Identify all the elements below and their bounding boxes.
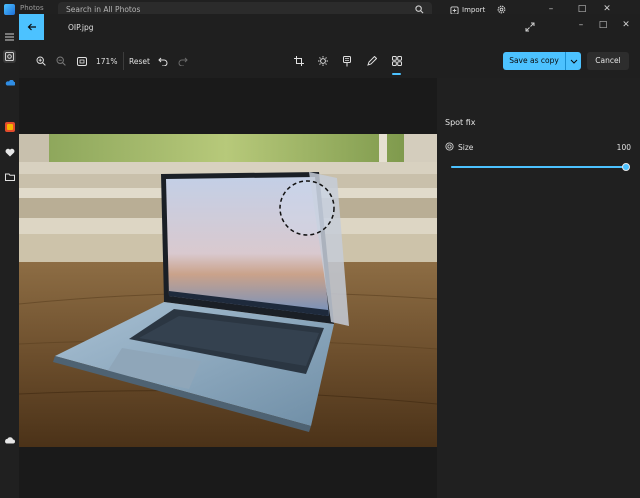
toolbar-divider bbox=[123, 52, 124, 70]
zoom-in-icon[interactable] bbox=[34, 54, 48, 68]
save-options-dropdown[interactable] bbox=[565, 52, 581, 70]
spot-fix-panel: Spot fix Size 100 bbox=[437, 78, 640, 498]
redo-icon[interactable] bbox=[176, 54, 190, 68]
size-value: 100 bbox=[616, 143, 631, 152]
filter-icon[interactable] bbox=[340, 54, 354, 68]
photos-app: Photos Search in All Photos Import – □ ✕ bbox=[0, 0, 640, 498]
size-label: Size bbox=[458, 143, 474, 152]
size-slider-thumb[interactable] bbox=[622, 163, 630, 171]
onedrive-icon[interactable] bbox=[3, 76, 16, 89]
menu-icon[interactable] bbox=[3, 30, 16, 43]
file-name: OIP.jpg bbox=[68, 23, 94, 32]
image-canvas bbox=[19, 78, 437, 498]
save-as-copy-button[interactable]: Save as copy bbox=[503, 52, 565, 70]
gallery-icon[interactable] bbox=[3, 50, 16, 63]
search-input[interactable]: Search in All Photos bbox=[66, 5, 140, 14]
save-as-copy-group: Save as copy bbox=[503, 52, 581, 70]
expand-icon[interactable] bbox=[525, 22, 535, 32]
cloud-icon[interactable] bbox=[3, 434, 16, 447]
panel-title: Spot fix bbox=[445, 118, 476, 127]
zoom-level[interactable]: 171% bbox=[96, 57, 117, 66]
photos-logo-icon bbox=[4, 4, 15, 15]
reset-button[interactable]: Reset bbox=[129, 57, 150, 66]
editor-title-bar: OIP.jpg – □ ✕ bbox=[19, 14, 640, 42]
editor-minimize-icon[interactable]: – bbox=[574, 18, 588, 32]
adjust-icon[interactable] bbox=[316, 54, 330, 68]
heart-icon[interactable] bbox=[3, 146, 16, 159]
back-arrow-icon bbox=[27, 23, 36, 31]
photo-preview[interactable] bbox=[19, 134, 437, 447]
markup-icon[interactable] bbox=[365, 54, 379, 68]
search-icon[interactable] bbox=[415, 5, 424, 14]
editor-toolbar: 171% Reset Save as copy Cancel bbox=[19, 44, 640, 78]
size-slider-fill bbox=[451, 166, 626, 168]
spot-fix-icon[interactable] bbox=[390, 54, 404, 68]
fit-to-window-icon[interactable] bbox=[75, 54, 89, 68]
back-button[interactable] bbox=[19, 14, 44, 40]
laptop-photo bbox=[19, 134, 437, 447]
brush-size-icon bbox=[445, 142, 454, 151]
app-title: Photos bbox=[20, 4, 44, 12]
left-rail bbox=[0, 20, 19, 498]
folder-icon[interactable] bbox=[3, 170, 16, 183]
size-slider[interactable] bbox=[451, 163, 630, 171]
apps-icon[interactable] bbox=[3, 120, 16, 133]
editor-maximize-icon[interactable]: □ bbox=[596, 18, 610, 32]
undo-icon[interactable] bbox=[156, 54, 170, 68]
editor-window: OIP.jpg – □ ✕ 171% Reset Save as copy Ca… bbox=[19, 14, 640, 498]
editor-close-icon[interactable]: ✕ bbox=[619, 18, 633, 32]
chevron-down-icon bbox=[570, 59, 577, 64]
import-label: Import bbox=[462, 6, 486, 14]
crop-icon[interactable] bbox=[292, 54, 306, 68]
cancel-button[interactable]: Cancel bbox=[587, 52, 629, 70]
active-tool-indicator bbox=[392, 73, 401, 75]
zoom-out-icon[interactable] bbox=[54, 54, 68, 68]
